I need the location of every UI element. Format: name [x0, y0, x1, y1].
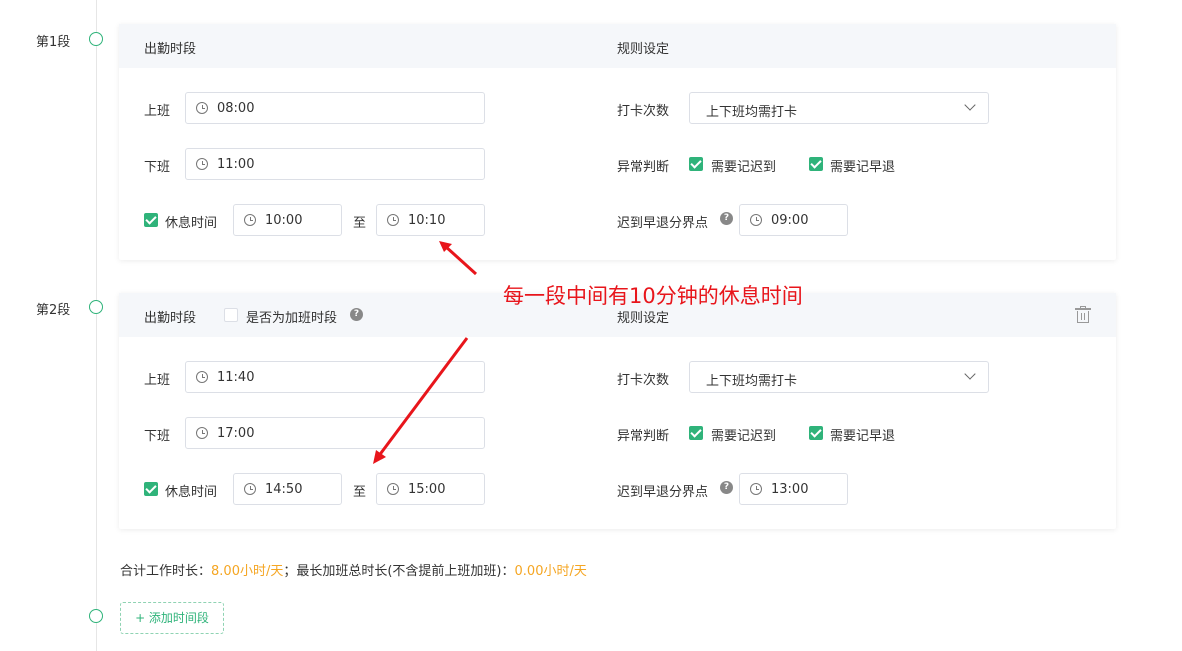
break-time-label: 休息时间	[165, 216, 218, 231]
clock-icon	[387, 214, 399, 226]
trash-icon[interactable]	[1075, 306, 1091, 323]
boundary-time-value: 13:00	[771, 482, 809, 497]
overtime-hours-label: 最长加班总时长(不含提前上班加班)：	[296, 564, 515, 579]
help-icon[interactable]: ?	[350, 308, 363, 321]
segment-2-card: 出勤时段 是否为加班时段 ? 规则设定 上班 11:40 下班 17:00 休息…	[119, 293, 1116, 529]
annotation-text: 每一段中间有10分钟的休息时间	[503, 284, 803, 308]
break-start-input[interactable]: 14:50	[233, 473, 342, 505]
work-hours-summary: 合计工作时长：8.00小时/天；最长加班总时长(不含提前上班加班)：0.00小时…	[120, 560, 587, 579]
clock-icon	[196, 102, 208, 114]
record-early-label: 需要记早退	[830, 429, 896, 444]
clock-icon	[244, 483, 256, 495]
abnormal-label: 异常判断	[617, 429, 670, 444]
break-to-label: 至	[353, 485, 367, 500]
punch-count-label: 打卡次数	[617, 373, 670, 388]
timeline-dot-1	[89, 32, 103, 46]
clock-in-label: 上班	[144, 104, 171, 119]
clock-out-label: 下班	[144, 160, 171, 175]
clock-out-time-value: 11:00	[217, 157, 255, 172]
record-late-checkbox[interactable]	[689, 157, 703, 171]
rule-settings-heading: 规则设定	[617, 42, 670, 57]
break-time-checkbox[interactable]	[144, 213, 158, 227]
record-late-label: 需要记迟到	[711, 429, 777, 444]
clock-out-time-input[interactable]: 17:00	[185, 417, 485, 449]
clock-out-label: 下班	[144, 429, 171, 444]
break-end-value: 10:10	[408, 213, 446, 228]
summary-separator: ；	[283, 564, 297, 579]
clock-icon	[196, 427, 208, 439]
record-late-checkbox[interactable]	[689, 426, 703, 440]
segment-1-header: 出勤时段 规则设定	[119, 24, 1116, 68]
timeline-line	[96, 0, 97, 651]
punch-count-value: 上下班均需打卡	[706, 374, 798, 389]
record-early-checkbox[interactable]	[809, 157, 823, 171]
attendance-period-heading: 出勤时段	[144, 311, 197, 326]
segment-1-label: 第1段	[36, 35, 71, 50]
break-start-value: 14:50	[265, 482, 303, 497]
clock-in-label: 上班	[144, 373, 171, 388]
break-end-input[interactable]: 10:10	[376, 204, 485, 236]
overtime-hours-value: 0.00小时/天	[514, 564, 587, 579]
break-to-label: 至	[353, 216, 367, 231]
clock-in-time-value: 11:40	[217, 370, 255, 385]
clock-in-time-value: 08:00	[217, 101, 255, 116]
chevron-down-icon	[964, 368, 976, 380]
clock-in-time-input[interactable]: 11:40	[185, 361, 485, 393]
boundary-time-input[interactable]: 13:00	[739, 473, 848, 505]
clock-out-time-value: 17:00	[217, 426, 255, 441]
help-icon[interactable]: ?	[720, 481, 733, 494]
timeline-dot-2	[89, 300, 103, 314]
punch-count-select[interactable]: 上下班均需打卡	[689, 361, 989, 393]
segment-2-label: 第2段	[36, 303, 71, 318]
record-early-checkbox[interactable]	[809, 426, 823, 440]
break-time-checkbox[interactable]	[144, 482, 158, 496]
record-early-label: 需要记早退	[830, 160, 896, 175]
segment-1-card: 出勤时段 规则设定 上班 08:00 下班 11:00 休息时间 10:00 至…	[119, 24, 1116, 260]
clock-icon	[196, 158, 208, 170]
break-start-input[interactable]: 10:00	[233, 204, 342, 236]
break-start-value: 10:00	[265, 213, 303, 228]
punch-count-select[interactable]: 上下班均需打卡	[689, 92, 989, 124]
clock-icon	[750, 483, 762, 495]
boundary-time-value: 09:00	[771, 213, 809, 228]
clock-icon	[196, 371, 208, 383]
break-end-value: 15:00	[408, 482, 446, 497]
total-hours-label: 合计工作时长：	[120, 564, 212, 579]
boundary-label: 迟到早退分界点	[617, 216, 709, 231]
punch-count-value: 上下班均需打卡	[706, 105, 798, 120]
help-icon[interactable]: ?	[720, 212, 733, 225]
total-hours-value: 8.00小时/天	[211, 564, 284, 579]
add-time-period-button[interactable]: + 添加时间段	[120, 602, 224, 634]
overtime-checkbox[interactable]	[224, 308, 238, 322]
overtime-label: 是否为加班时段	[246, 311, 338, 326]
record-late-label: 需要记迟到	[711, 160, 777, 175]
attendance-period-heading: 出勤时段	[144, 42, 197, 57]
clock-icon	[750, 214, 762, 226]
boundary-label: 迟到早退分界点	[617, 485, 709, 500]
clock-out-time-input[interactable]: 11:00	[185, 148, 485, 180]
clock-icon	[244, 214, 256, 226]
clock-in-time-input[interactable]: 08:00	[185, 92, 485, 124]
timeline-dot-add	[89, 609, 103, 623]
abnormal-label: 异常判断	[617, 160, 670, 175]
chevron-down-icon	[964, 99, 976, 111]
break-end-input[interactable]: 15:00	[376, 473, 485, 505]
break-time-label: 休息时间	[165, 485, 218, 500]
clock-icon	[387, 483, 399, 495]
punch-count-label: 打卡次数	[617, 104, 670, 119]
boundary-time-input[interactable]: 09:00	[739, 204, 848, 236]
